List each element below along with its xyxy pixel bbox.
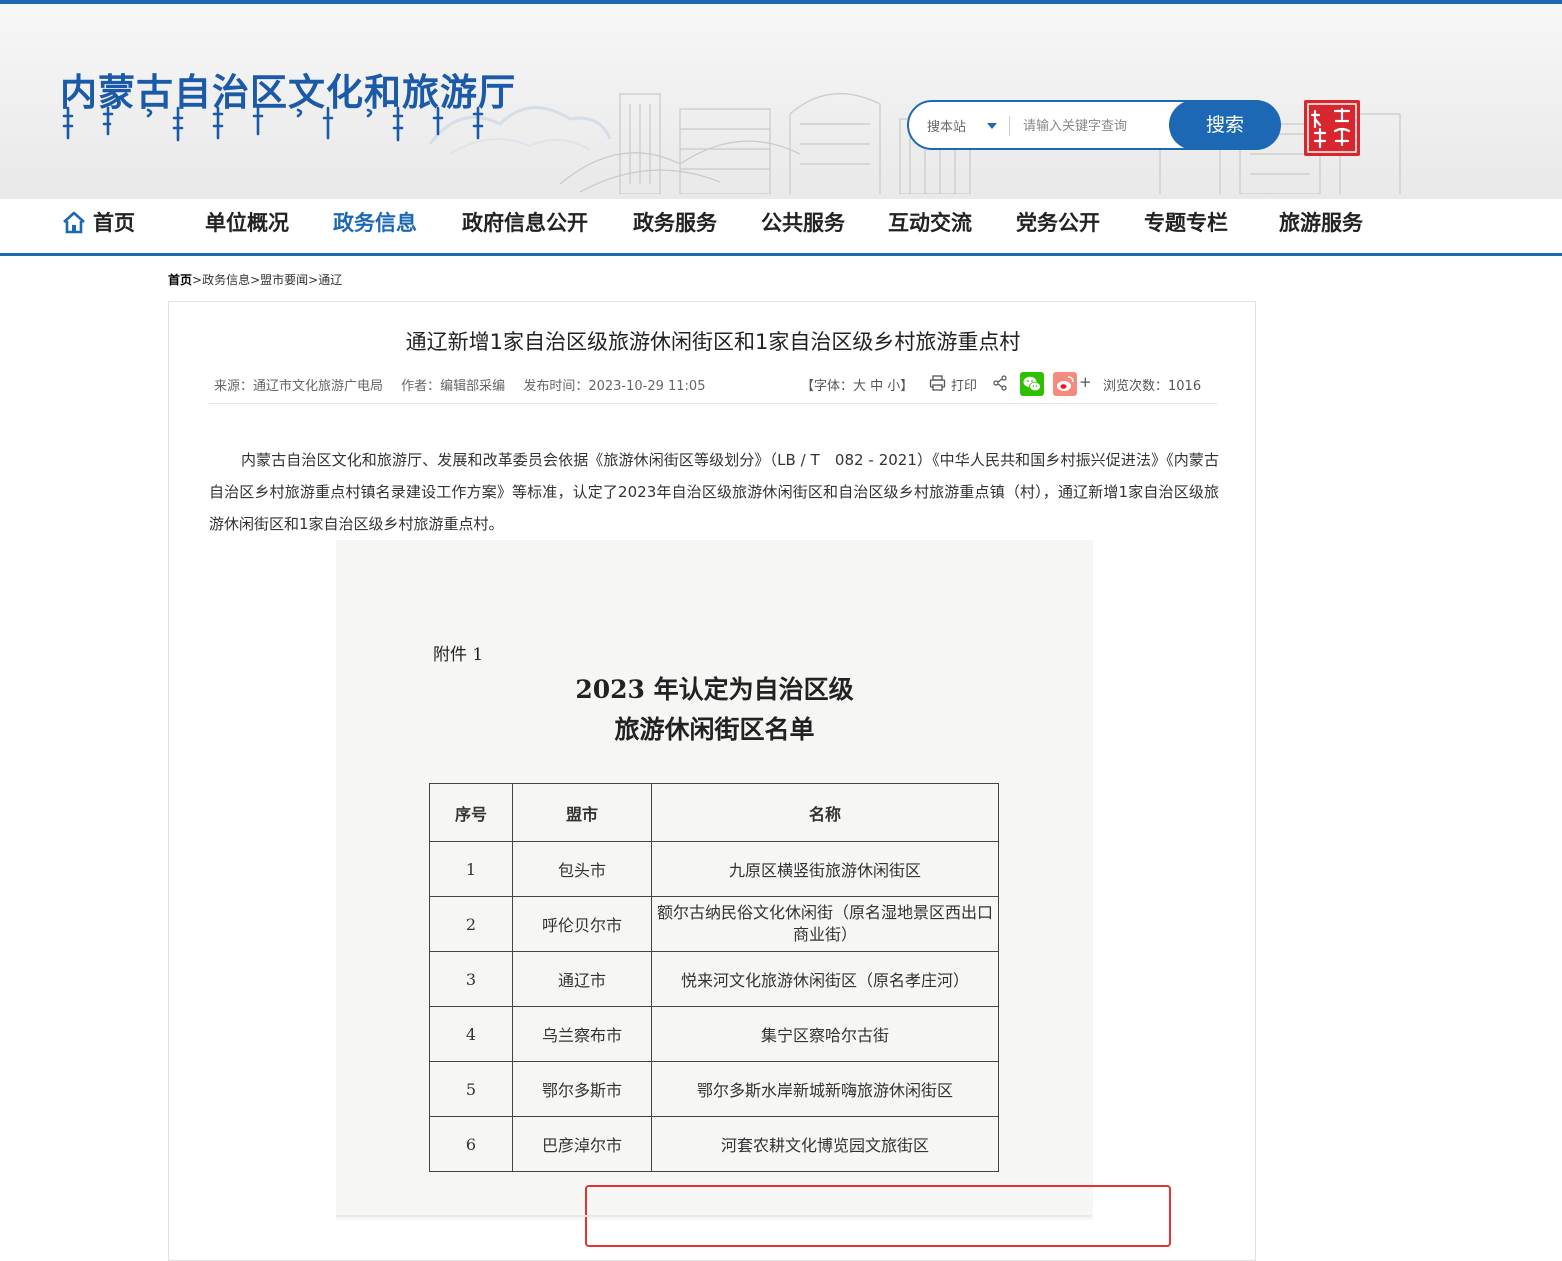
- nav-item-special-topics[interactable]: 专题专栏: [1144, 207, 1228, 237]
- seal-logo[interactable]: [1303, 99, 1361, 157]
- table-row: 2 呼伦贝尔市 额尔古纳民俗文化休闲街（原名湿地景区西出口商业街）: [429, 896, 999, 952]
- nav-item-overview[interactable]: 单位概况: [205, 207, 289, 237]
- column-header-city: 盟市: [512, 783, 652, 842]
- row-name: 悦来河文化旅游休闲街区（原名孝庄河）: [651, 951, 999, 1007]
- breadcrumb: 首页>政务信息>盟市要闻>通辽: [168, 271, 342, 288]
- row-number: 4: [429, 1006, 513, 1062]
- nav-item-interaction[interactable]: 互动交流: [888, 207, 972, 237]
- nav-item-info-disclosure[interactable]: 政府信息公开: [462, 207, 588, 237]
- nav-item-party-affairs[interactable]: 党务公开: [1016, 207, 1100, 237]
- document-title-line1: 2023 年认定为自治区级: [575, 675, 854, 704]
- row-city: 包头市: [512, 841, 652, 897]
- search-scope-select[interactable]: 搜本站: [927, 116, 966, 135]
- row-city: 乌兰察布市: [512, 1006, 652, 1062]
- row-city: 鄂尔多斯市: [512, 1061, 652, 1117]
- breadcrumb-league-news[interactable]: 盟市要闻: [260, 273, 308, 287]
- nav-item-public-services[interactable]: 公共服务: [761, 207, 845, 237]
- site-header: 内蒙古自治区文化和旅游厅 搜本站 搜索: [0, 4, 1562, 199]
- breadcrumb-home[interactable]: 首页: [168, 273, 192, 287]
- breadcrumb-separator: >: [308, 273, 319, 287]
- print-link[interactable]: 打印: [951, 375, 977, 394]
- document-image: 附件 1 2023 年认定为自治区级 旅游休闲街区名单 序号 盟市 名称 1 包…: [336, 540, 1171, 1247]
- search-divider: [1009, 116, 1010, 136]
- weibo-icon[interactable]: [1053, 372, 1077, 396]
- search-input[interactable]: [1021, 112, 1175, 140]
- nav-item-tourism-services[interactable]: 旅游服务: [1279, 207, 1363, 237]
- mongolian-script-title: [62, 106, 484, 142]
- article-panel: 通辽新增1家自治区级旅游休闲街区和1家自治区级乡村旅游重点村 来源：通辽市文化旅…: [168, 301, 1256, 1261]
- row-name: 集宁区察哈尔古街: [651, 1006, 999, 1062]
- breadcrumb-separator: >: [192, 273, 203, 287]
- share-more-plus[interactable]: +: [1079, 373, 1092, 391]
- meta-divider: [209, 403, 1217, 404]
- breadcrumb-separator: >: [250, 273, 261, 287]
- breadcrumb-government-affairs[interactable]: 政务信息: [202, 273, 250, 287]
- share-icon[interactable]: [993, 375, 1008, 391]
- wechat-icon[interactable]: [1020, 372, 1044, 396]
- chevron-down-icon[interactable]: [987, 123, 997, 129]
- row-number: 1: [429, 841, 513, 897]
- print-icon[interactable]: [929, 375, 946, 391]
- article-title: 通辽新增1家自治区级旅游休闲街区和1家自治区级乡村旅游重点村: [405, 330, 1021, 354]
- breadcrumb-tongliao[interactable]: 通辽: [318, 273, 342, 287]
- article-published: 发布时间：2023-10-29 11:05: [523, 379, 706, 394]
- row-number: 3: [429, 951, 513, 1007]
- table-row: 4 乌兰察布市 集宁区察哈尔古街: [429, 1006, 999, 1062]
- row-number: 2: [429, 896, 513, 952]
- document-title-line2: 旅游休闲街区名单: [614, 715, 815, 744]
- main-nav: 首页 单位概况 政务信息 政府信息公开 政务服务 公共服务 互动交流 党务公开 …: [0, 199, 1562, 253]
- district-list-table: 序号 盟市 名称 1 包头市 九原区横竖街旅游休闲街区 2 呼伦贝尔市 额尔古纳…: [429, 783, 999, 1172]
- article-paragraph: 内蒙古自治区文化和旅游厅、发展和改革委员会依据《旅游休闲街区等级划分》（LB /…: [209, 451, 1219, 533]
- article-source: 来源：通辽市文化旅游广电局: [214, 379, 384, 394]
- table-row: 6 巴彦淖尔市 河套农耕文化博览园文旅街区: [429, 1116, 999, 1172]
- row-number: 6: [429, 1116, 513, 1172]
- table-row: 5 鄂尔多斯市 鄂尔多斯水岸新城新嗨旅游休闲街区: [429, 1061, 999, 1117]
- table-row: 1 包头市 九原区横竖街旅游休闲街区: [429, 841, 999, 897]
- row-city: 巴彦淖尔市: [512, 1116, 652, 1172]
- row-city: 通辽市: [512, 951, 652, 1007]
- nav-item-home[interactable]: 首页: [93, 207, 135, 237]
- search-box: 搜本站 搜索: [907, 100, 1281, 150]
- row-name: 河套农耕文化博览园文旅街区: [651, 1116, 999, 1172]
- table-header-row: 序号 盟市 名称: [429, 783, 999, 842]
- row-city: 呼伦贝尔市: [512, 896, 652, 952]
- view-count: 浏览次数：1016: [1103, 379, 1202, 394]
- column-header-name: 名称: [651, 783, 999, 842]
- article-author: 作者：编辑部采编: [401, 379, 506, 394]
- row-name: 额尔古纳民俗文化休闲街（原名湿地景区西出口商业街）: [651, 896, 999, 952]
- font-size-switch[interactable]: 【字体：大 中 小】: [801, 375, 913, 394]
- nav-underline: [0, 253, 1562, 256]
- article-meta: 来源：通辽市文化旅游广电局 作者：编辑部采编 发布时间：2023-10-29 1…: [214, 375, 719, 394]
- nav-item-gov-services[interactable]: 政务服务: [633, 207, 717, 237]
- table-row-highlighted: 3 通辽市 悦来河文化旅游休闲街区（原名孝庄河）: [429, 951, 999, 1007]
- home-icon[interactable]: [61, 209, 87, 235]
- row-name: 九原区横竖街旅游休闲街区: [651, 841, 999, 897]
- row-number: 5: [429, 1061, 513, 1117]
- column-header-number: 序号: [429, 783, 513, 842]
- nav-item-government-affairs[interactable]: 政务信息: [333, 207, 417, 237]
- row-name: 鄂尔多斯水岸新城新嗨旅游休闲街区: [651, 1061, 999, 1117]
- document-title: 2023 年认定为自治区级 旅游休闲街区名单: [336, 670, 1093, 750]
- document-image-bottom-edge: [336, 1215, 1091, 1217]
- search-button[interactable]: 搜索: [1169, 100, 1281, 150]
- document-annex-label: 附件 1: [433, 645, 484, 665]
